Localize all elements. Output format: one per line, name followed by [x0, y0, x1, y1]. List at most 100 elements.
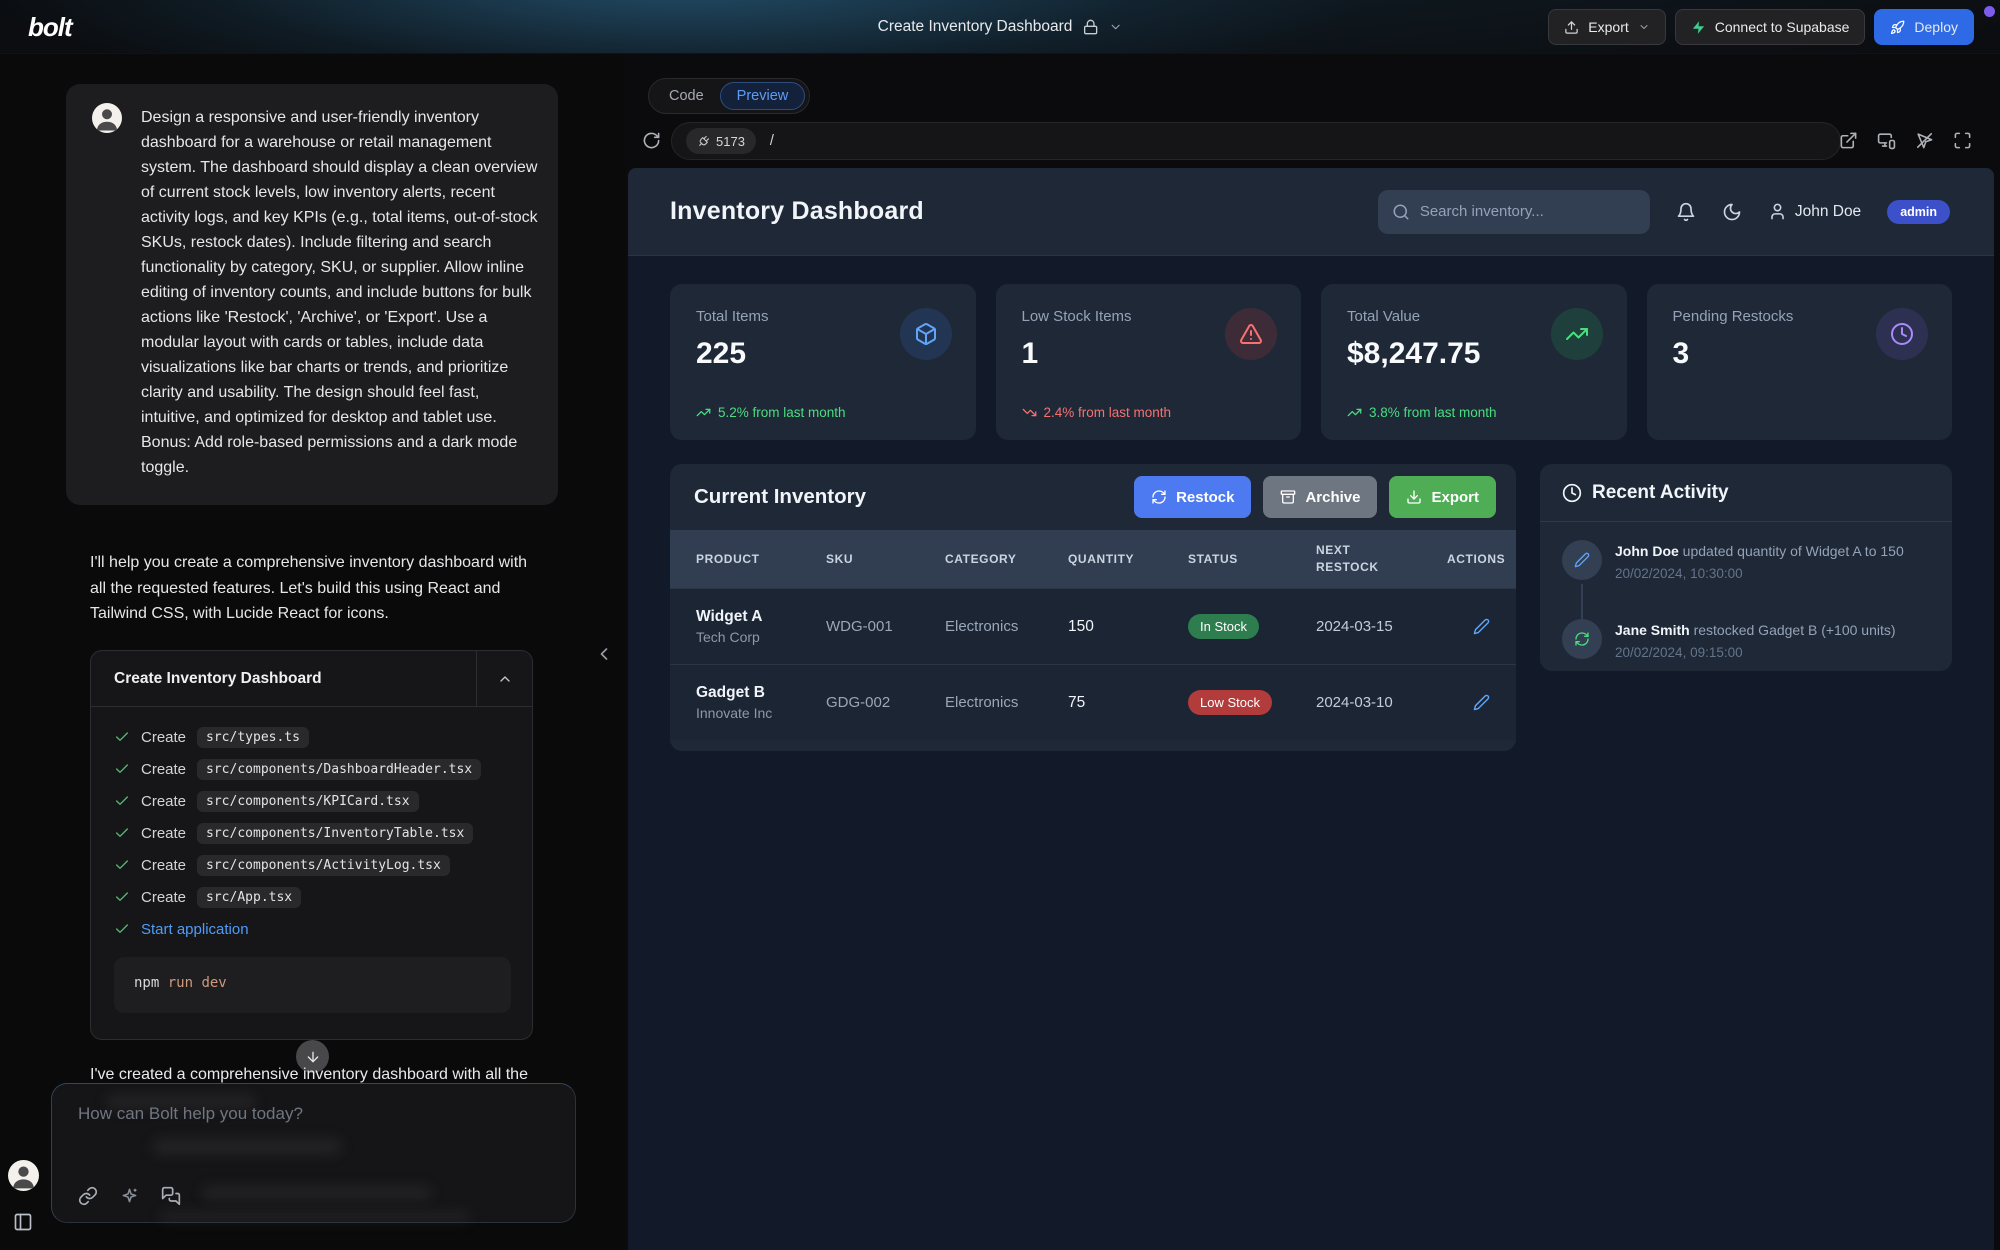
table-row[interactable]: Widget A Tech Corp WDG-001 Electronics 1… [670, 588, 1516, 664]
chevron-left-icon [594, 644, 614, 664]
account-avatar[interactable] [8, 1160, 39, 1191]
tab-code[interactable]: Code [653, 88, 720, 104]
step-create-file: Create src/App.tsx [114, 881, 512, 913]
open-external-icon[interactable] [1839, 131, 1858, 150]
archive-button[interactable]: Archive [1263, 476, 1377, 518]
file-chip[interactable]: src/App.tsx [197, 887, 301, 908]
next-restock-date: 2024-03-10 [1316, 694, 1447, 711]
timeline-connector [1581, 584, 1583, 619]
fullscreen-icon[interactable] [1953, 131, 1972, 150]
sidebar-toggle-button[interactable] [13, 1212, 33, 1232]
chat-input[interactable] [52, 1084, 575, 1180]
file-chip[interactable]: src/components/KPICard.tsx [197, 791, 419, 812]
work-steps: Create src/types.ts Create src/component… [91, 707, 532, 945]
device-preview-icon[interactable] [1877, 131, 1896, 150]
work-card-header: Create Inventory Dashboard [91, 651, 532, 707]
collapse-work-card-button[interactable] [476, 651, 532, 706]
column-next-restock: Next Restock [1316, 542, 1386, 577]
package-icon [900, 308, 952, 360]
edit-pencil-icon [1562, 540, 1602, 580]
kpi-card-low-stock: Low Stock Items 1 2.4% from last month [996, 284, 1302, 440]
bolt-logo[interactable]: bolt [28, 0, 72, 54]
user-menu[interactable]: John Doe [1768, 202, 1861, 221]
column-actions: Actions [1447, 552, 1516, 566]
quantity-value[interactable]: 75 [1068, 694, 1188, 712]
chat-panel: Design a responsive and user-friendly in… [0, 54, 625, 1250]
user-name: John Doe [1795, 203, 1861, 221]
status-badge: In Stock [1188, 614, 1259, 639]
reload-preview-button[interactable] [642, 131, 661, 150]
port-pill[interactable]: 5173 [686, 128, 756, 154]
step-action: Create [141, 729, 186, 746]
export-csv-button[interactable]: Export [1389, 476, 1496, 518]
inspector-off-icon[interactable] [1915, 131, 1934, 150]
file-chip[interactable]: src/components/ActivityLog.tsx [197, 855, 450, 876]
activity-timestamp: 20/02/2024, 10:30:00 [1615, 566, 1904, 581]
project-title-group[interactable]: Create Inventory Dashboard [878, 0, 1123, 54]
dark-mode-toggle-icon[interactable] [1722, 202, 1742, 222]
step-action: Create [141, 793, 186, 810]
chat-input-toolbar [78, 1186, 181, 1206]
chat-mode-icon[interactable] [161, 1186, 181, 1206]
deploy-button[interactable]: Deploy [1874, 9, 1974, 45]
archive-icon [1280, 489, 1296, 505]
activity-item: John Doe updated quantity of Widget A to… [1562, 540, 1936, 581]
activity-item: Jane Smith restocked Gadget B (+100 unit… [1562, 619, 1936, 660]
recent-activity-header: Recent Activity [1540, 464, 1952, 522]
search-input[interactable] [1420, 203, 1636, 220]
supabase-icon [1691, 20, 1706, 35]
table-row[interactable]: Gadget B Innovate Inc GDG-002 Electronic… [670, 664, 1516, 740]
table-header-row: Product SKU Category Quantity Status Nex… [670, 530, 1516, 588]
redacted-blur [202, 1186, 432, 1200]
file-chip[interactable]: src/components/InventoryTable.tsx [197, 823, 473, 844]
file-chip[interactable]: src/types.ts [197, 727, 309, 748]
step-action: Create [141, 825, 186, 842]
quantity-value[interactable]: 150 [1068, 618, 1188, 636]
recent-activity-title: Recent Activity [1592, 482, 1729, 504]
link-attach-icon[interactable] [78, 1186, 98, 1206]
port-number: 5173 [716, 134, 745, 149]
screen: bolt Create Inventory Dashboard Export C… [0, 0, 2000, 1250]
collapse-chat-panel-button[interactable] [594, 644, 614, 664]
export-button[interactable]: Export [1548, 9, 1665, 45]
activity-list: John Doe updated quantity of Widget A to… [1540, 522, 1952, 671]
kpi-delta: 3.8% from last month [1347, 405, 1497, 420]
upload-icon [1564, 20, 1579, 35]
next-restock-date: 2024-03-15 [1316, 618, 1447, 635]
app-header-actions: John Doe admin [1378, 190, 1950, 234]
lock-icon [1082, 19, 1098, 35]
redacted-blur [160, 1212, 470, 1222]
kpi-card-total-items: Total Items 225 5.2% from last month [670, 284, 976, 440]
restock-button[interactable]: Restock [1134, 476, 1251, 518]
status-badge: Low Stock [1188, 690, 1272, 715]
tab-preview[interactable]: Preview [720, 82, 806, 110]
rocket-icon [1890, 20, 1905, 35]
inventory-title: Current Inventory [694, 485, 866, 509]
inventory-search[interactable] [1378, 190, 1650, 234]
edit-pencil-icon[interactable] [1473, 694, 1490, 711]
sparkles-icon[interactable] [120, 1187, 139, 1206]
command-args: run dev [159, 975, 226, 991]
work-card: Create Inventory Dashboard Create src/ty… [90, 650, 533, 1040]
product-name: Gadget B [696, 684, 826, 702]
chevron-down-icon[interactable] [1108, 20, 1122, 34]
chat-input-box[interactable] [51, 1083, 576, 1223]
url-bar[interactable]: 5173 / [671, 122, 1841, 160]
refresh-cw-icon [1151, 489, 1167, 505]
step-action: Create [141, 889, 186, 906]
check-icon [114, 761, 130, 777]
edit-pencil-icon[interactable] [1473, 618, 1490, 635]
supabase-label: Connect to Supabase [1715, 19, 1850, 35]
refresh-icon [642, 131, 661, 150]
app-header: Inventory Dashboard John Doe admin [628, 168, 1994, 256]
connect-supabase-button[interactable]: Connect to Supabase [1675, 9, 1866, 45]
view-tabs: Code Preview [648, 78, 810, 114]
column-category: Category [945, 552, 1068, 566]
file-chip[interactable]: src/components/DashboardHeader.tsx [197, 759, 481, 780]
step-create-file: Create src/components/InventoryTable.tsx [114, 817, 512, 849]
column-status: Status [1188, 552, 1316, 566]
supplier-name: Tech Corp [696, 629, 826, 645]
check-icon [114, 857, 130, 873]
start-application-link[interactable]: Start application [141, 921, 249, 938]
bell-icon[interactable] [1676, 202, 1696, 222]
